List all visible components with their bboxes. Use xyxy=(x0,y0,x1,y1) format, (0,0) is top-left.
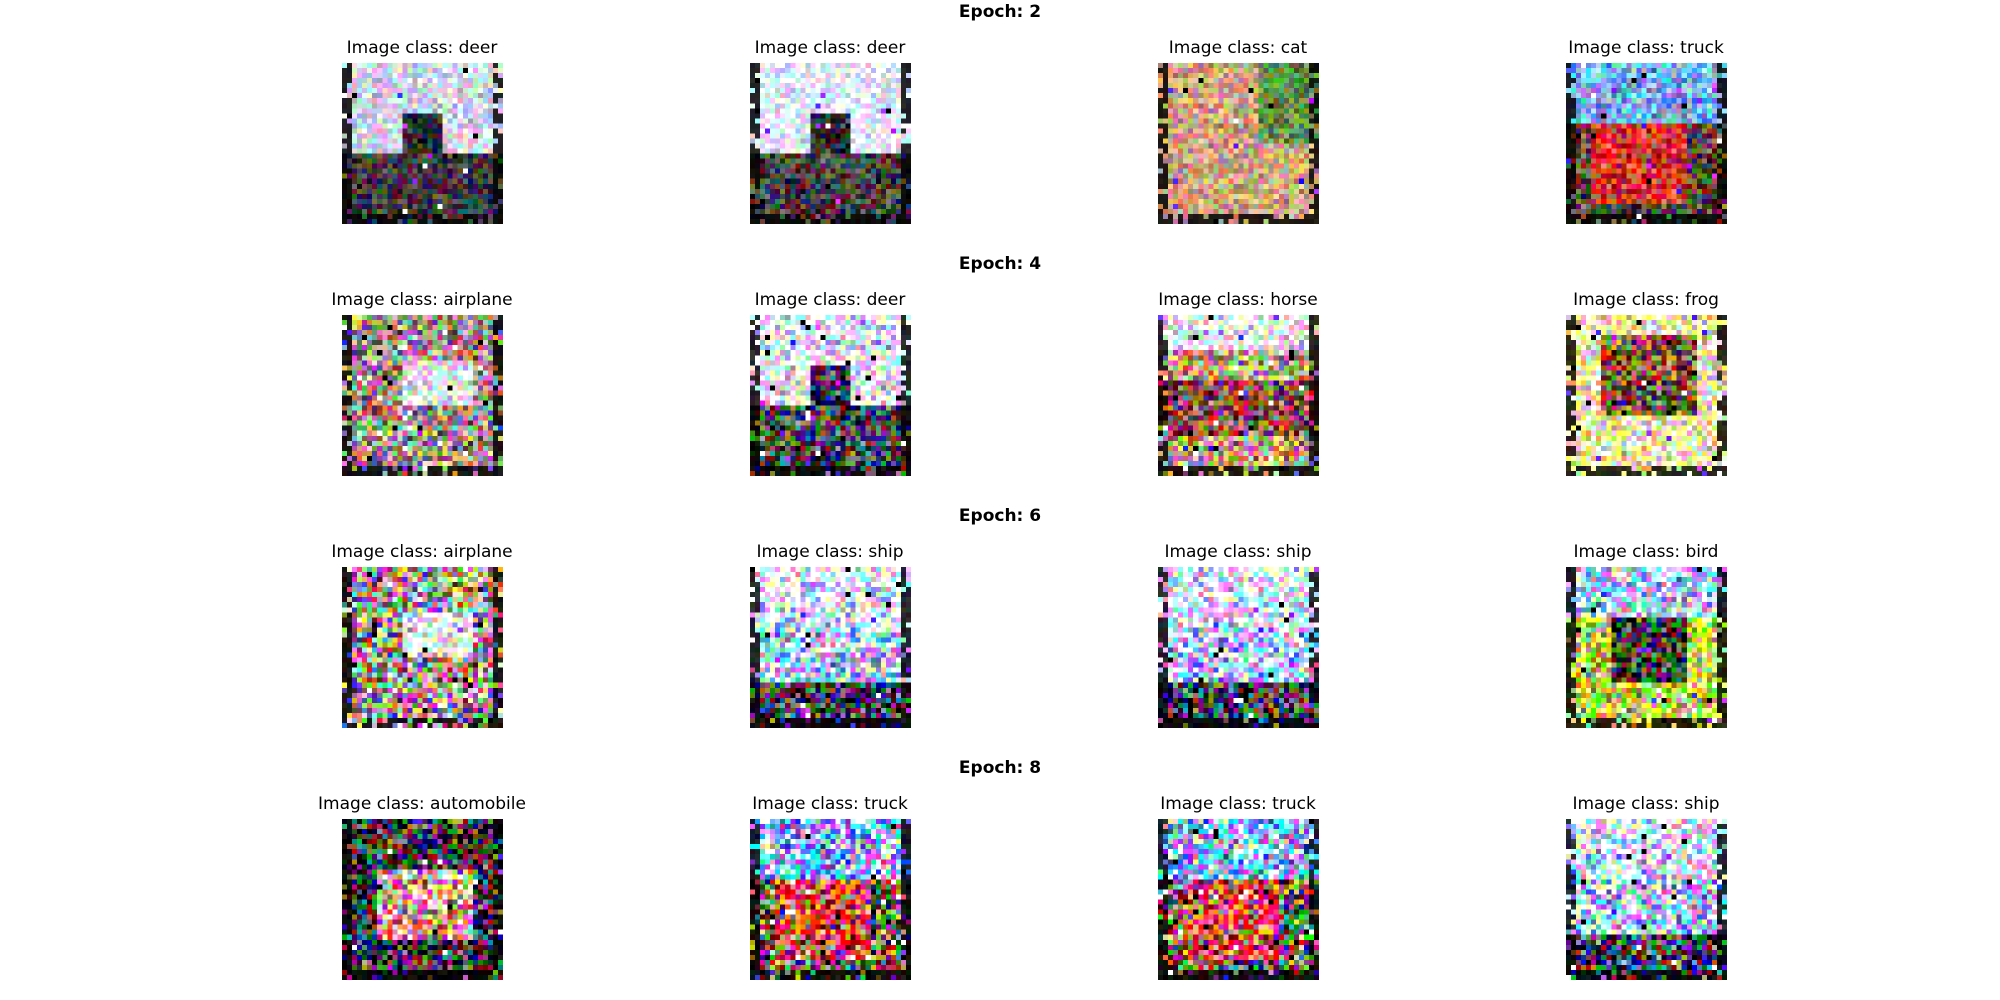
epoch-sample-grid: Epoch: 2 Image class: deer Image class: de… xyxy=(0,0,2000,1000)
image-class-title: Image class: deer xyxy=(754,290,906,310)
generated-sample-image xyxy=(750,819,911,980)
image-class-title: Image class: truck xyxy=(1160,794,1316,814)
image-class-title: Image class: ship xyxy=(1164,542,1312,562)
generated-sample-image xyxy=(342,567,503,728)
image-class-title: Image class: airplane xyxy=(331,542,513,562)
epoch-title: Epoch: 8 xyxy=(958,758,1042,778)
epoch-title: Epoch: 2 xyxy=(958,2,1042,22)
image-class-title: Image class: bird xyxy=(1573,542,1719,562)
generated-sample-image xyxy=(342,819,503,980)
generated-sample-image xyxy=(342,315,503,476)
generated-sample-image xyxy=(1158,63,1319,224)
image-class-title: Image class: airplane xyxy=(331,290,513,310)
epoch-title: Epoch: 6 xyxy=(958,506,1042,526)
generated-sample-image xyxy=(1566,567,1727,728)
image-class-title: Image class: frog xyxy=(1573,290,1719,310)
generated-sample-image xyxy=(1566,63,1727,224)
image-class-title: Image class: deer xyxy=(346,38,498,58)
image-class-title: Image class: truck xyxy=(752,794,908,814)
generated-sample-image xyxy=(1566,315,1727,476)
generated-sample-image xyxy=(1158,819,1319,980)
image-class-title: Image class: deer xyxy=(754,38,906,58)
image-class-title: Image class: cat xyxy=(1168,38,1308,58)
epoch-title: Epoch: 4 xyxy=(958,254,1042,274)
image-class-title: Image class: horse xyxy=(1158,290,1318,310)
image-class-title: Image class: ship xyxy=(756,542,904,562)
generated-sample-image xyxy=(342,63,503,224)
generated-sample-image xyxy=(1158,315,1319,476)
generated-sample-image xyxy=(1158,567,1319,728)
image-class-title: Image class: truck xyxy=(1568,38,1724,58)
generated-sample-image xyxy=(750,63,911,224)
generated-sample-image xyxy=(750,315,911,476)
image-class-title: Image class: ship xyxy=(1572,794,1720,814)
generated-sample-image xyxy=(750,567,911,728)
image-class-title: Image class: automobile xyxy=(318,794,526,814)
generated-sample-image xyxy=(1566,819,1727,980)
